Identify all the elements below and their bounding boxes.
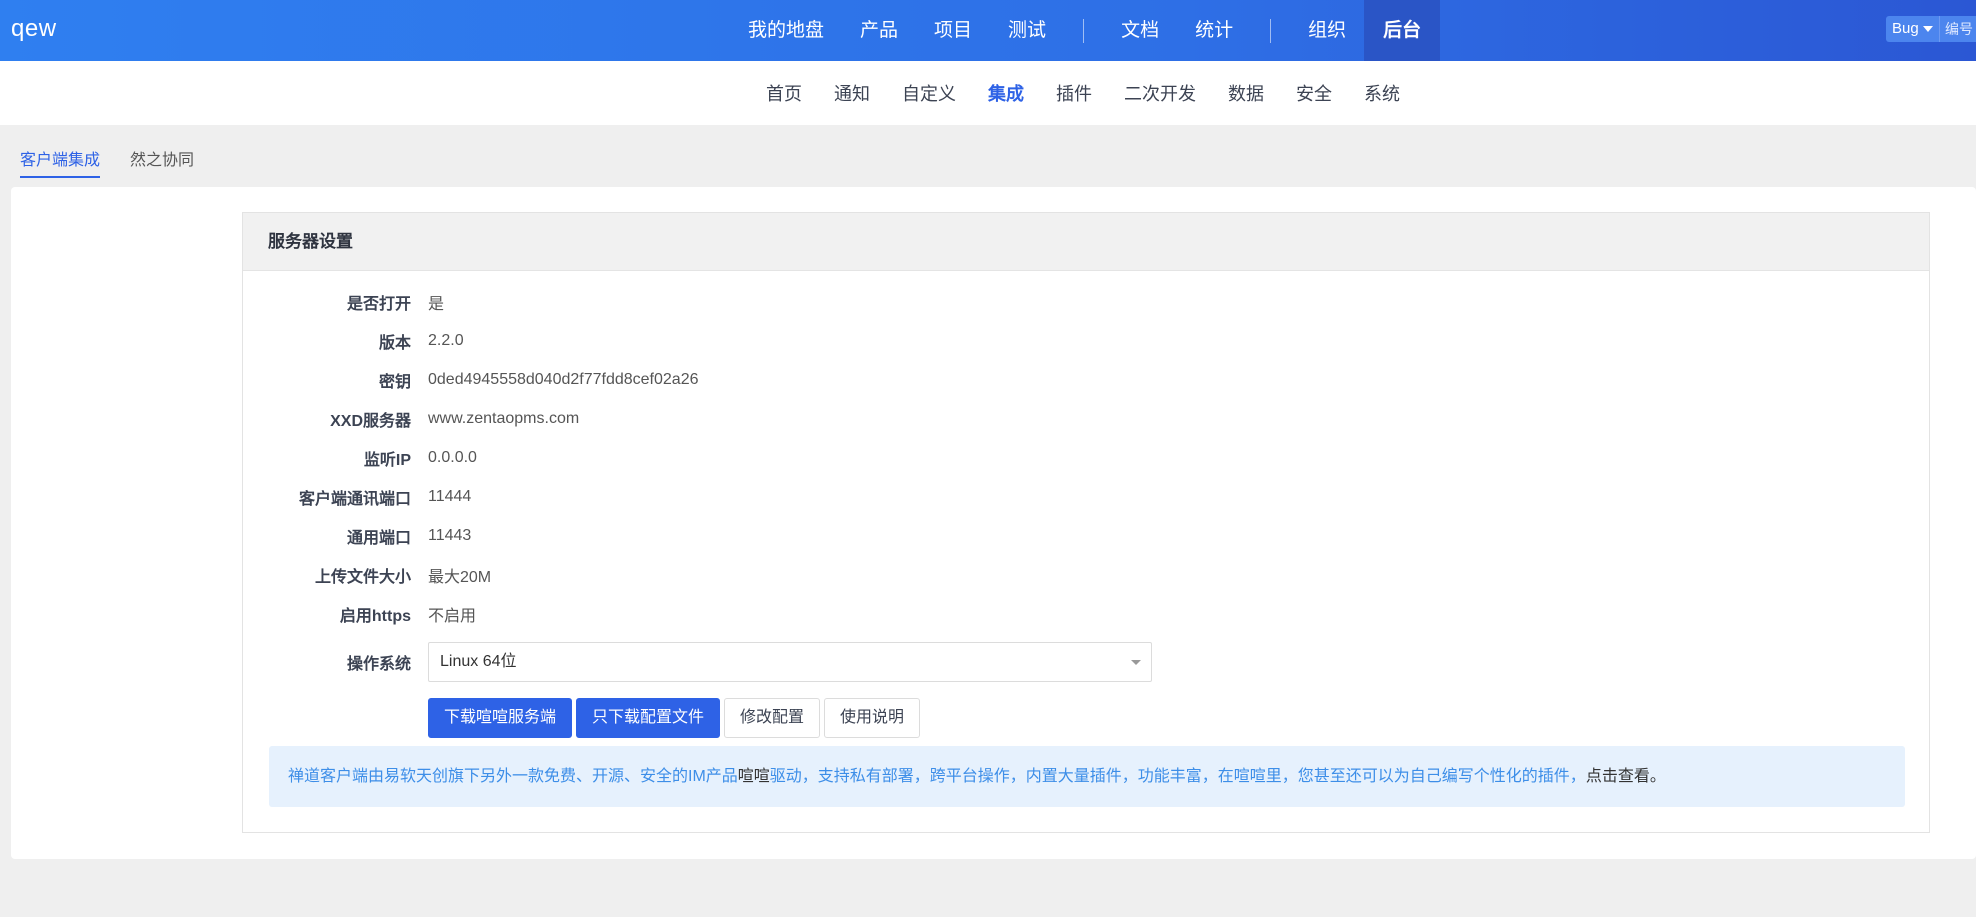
download-server-button[interactable]: 下载喧喧服务端 xyxy=(428,698,573,738)
server-settings-panel: 服务器设置 是否打开 是 版本 2.2.0 密钥 0ded4945558d040… xyxy=(242,212,1930,833)
field-label: 启用https xyxy=(339,607,411,625)
field-value: 11443 xyxy=(428,526,472,544)
subnav-item-system[interactable]: 系统 xyxy=(1364,80,1400,106)
integration-tabs: 客户端集成 然之协同 xyxy=(20,146,194,178)
field-label: 版本 xyxy=(378,334,411,352)
os-label: 操作系统 xyxy=(346,656,411,673)
subnav-item-integration[interactable]: 集成 xyxy=(988,80,1024,106)
subnav-item-dev[interactable]: 二次开发 xyxy=(1124,80,1196,106)
field-value: 0ded4945558d040d2f77fdd8cef02a26 xyxy=(428,370,699,388)
download-config-button[interactable]: 只下载配置文件 xyxy=(576,698,721,738)
notice-end: 。 xyxy=(1649,768,1666,785)
global-search: Bug 编号 xyxy=(1886,16,1976,42)
field-row-key: 密钥 0ded4945558d040d2f77fdd8cef02a26 xyxy=(243,360,1931,399)
field-row-upload-size: 上传文件大小 最大20M xyxy=(243,555,1931,594)
nav-item-qa[interactable]: 测试 xyxy=(990,0,1064,61)
field-value: 是 xyxy=(428,295,445,313)
search-type-label: Bug xyxy=(1892,20,1919,37)
field-label: XXD服务器 xyxy=(330,412,411,430)
field-value: 不启用 xyxy=(428,607,477,625)
app-title[interactable]: qew xyxy=(11,15,57,43)
nav-item-report[interactable]: 统计 xyxy=(1177,0,1251,61)
field-label: 上传文件大小 xyxy=(314,568,411,586)
xuanxuan-link[interactable]: 喧喧 xyxy=(738,768,770,785)
field-row-listen-ip: 监听IP 0.0.0.0 xyxy=(243,438,1931,477)
subnav-item-message[interactable]: 通知 xyxy=(834,80,870,106)
caret-down-icon xyxy=(1922,26,1933,32)
field-row-common-port: 通用端口 11443 xyxy=(243,516,1931,555)
top-header: qew 我的地盘 产品 项目 测试 文档 统计 组织 后台 Bug 编号 xyxy=(0,0,1976,61)
nav-divider xyxy=(1270,18,1272,43)
subnav-item-extension[interactable]: 插件 xyxy=(1056,80,1092,106)
search-input[interactable]: 编号 xyxy=(1939,16,1976,42)
field-row-open: 是否打开 是 xyxy=(243,282,1931,321)
field-value: 0.0.0.0 xyxy=(428,448,477,466)
edit-config-button[interactable]: 修改配置 xyxy=(724,698,821,738)
os-selected-value: Linux 64位 xyxy=(440,653,517,670)
nav-item-admin[interactable]: 后台 xyxy=(1364,0,1441,61)
field-label: 通用端口 xyxy=(346,529,411,547)
tab-client-integration[interactable]: 客户端集成 xyxy=(20,146,101,178)
field-row-xxd-server: XXD服务器 www.zentaopms.com xyxy=(243,399,1931,438)
nav-item-project[interactable]: 项目 xyxy=(916,0,990,61)
view-more-link[interactable]: 点击查看 xyxy=(1586,768,1650,785)
subnav-item-index[interactable]: 首页 xyxy=(766,80,802,106)
subnav-item-custom[interactable]: 自定义 xyxy=(902,80,956,106)
subnav-item-data[interactable]: 数据 xyxy=(1228,80,1264,106)
field-label: 监听IP xyxy=(363,451,411,469)
action-buttons: 下载喧喧服务端 只下载配置文件 修改配置 使用说明 xyxy=(428,698,921,738)
field-label: 密钥 xyxy=(378,373,411,391)
notice-text: 禅道客户端由易软天创旗下另外一款免费、开源、安全的IM产品 xyxy=(288,768,738,785)
nav-item-product[interactable]: 产品 xyxy=(842,0,916,61)
nav-item-doc[interactable]: 文档 xyxy=(1103,0,1177,61)
manual-button[interactable]: 使用说明 xyxy=(824,698,921,738)
field-label: 是否打开 xyxy=(346,295,411,313)
field-value: 11444 xyxy=(428,487,472,505)
field-row-version: 版本 2.2.0 xyxy=(243,321,1931,360)
nav-item-my[interactable]: 我的地盘 xyxy=(730,0,842,61)
tab-ranzhi[interactable]: 然之协同 xyxy=(130,146,194,178)
field-row-client-port: 客户端通讯端口 11444 xyxy=(243,477,1931,516)
os-select[interactable]: Linux 64位 xyxy=(428,642,1152,682)
nav-divider xyxy=(1083,18,1085,43)
chevron-down-icon xyxy=(1131,660,1141,665)
main-nav: 我的地盘 产品 项目 测试 文档 统计 组织 后台 xyxy=(730,0,1441,61)
search-type-select[interactable]: Bug xyxy=(1886,16,1939,42)
info-notice: 禅道客户端由易软天创旗下另外一款免费、开源、安全的IM产品喧喧驱动，支持私有部署… xyxy=(269,746,1905,807)
field-value: 2.2.0 xyxy=(428,331,464,349)
field-row-https: 启用https 不启用 xyxy=(243,594,1931,633)
subnav-item-security[interactable]: 安全 xyxy=(1296,80,1332,106)
notice-text: 驱动，支持私有部署，跨平台操作，内置大量插件，功能丰富，在喧喧里，您甚至还可以为… xyxy=(769,768,1586,785)
panel-title: 服务器设置 xyxy=(243,213,1929,271)
field-label: 客户端通讯端口 xyxy=(298,490,411,508)
field-value: 最大20M xyxy=(428,568,492,586)
field-value: www.zentaopms.com xyxy=(428,409,580,427)
sub-nav: 首页 通知 自定义 集成 插件 二次开发 数据 安全 系统 xyxy=(0,61,1976,125)
nav-item-company[interactable]: 组织 xyxy=(1290,0,1364,61)
